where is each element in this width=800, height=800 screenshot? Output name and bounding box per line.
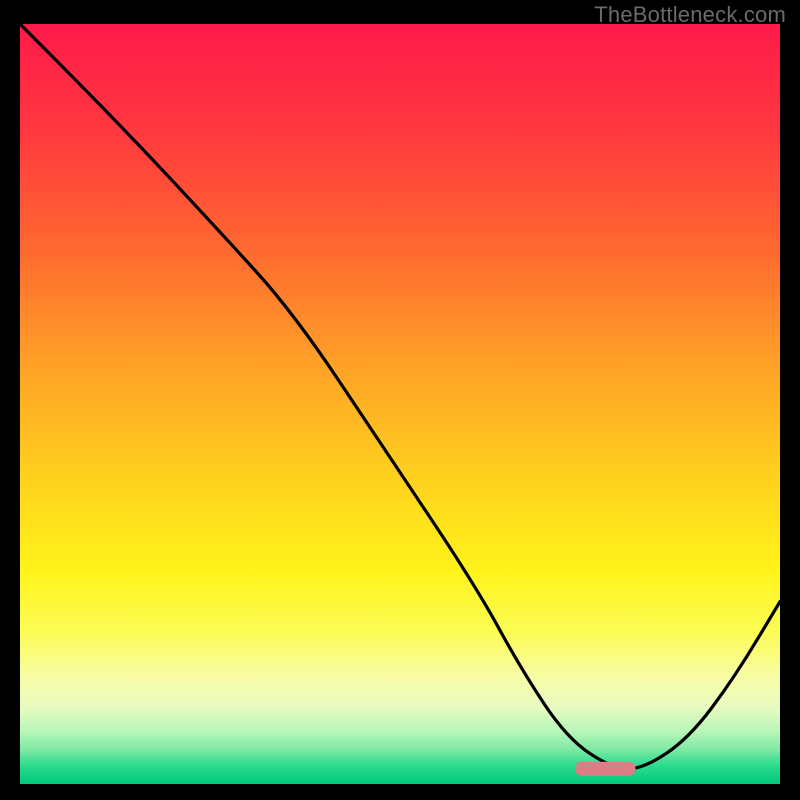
chart-svg [20,24,780,784]
chart-panel [20,24,780,784]
optimum-marker [575,762,636,776]
watermark-text: TheBottleneck.com [594,2,786,28]
